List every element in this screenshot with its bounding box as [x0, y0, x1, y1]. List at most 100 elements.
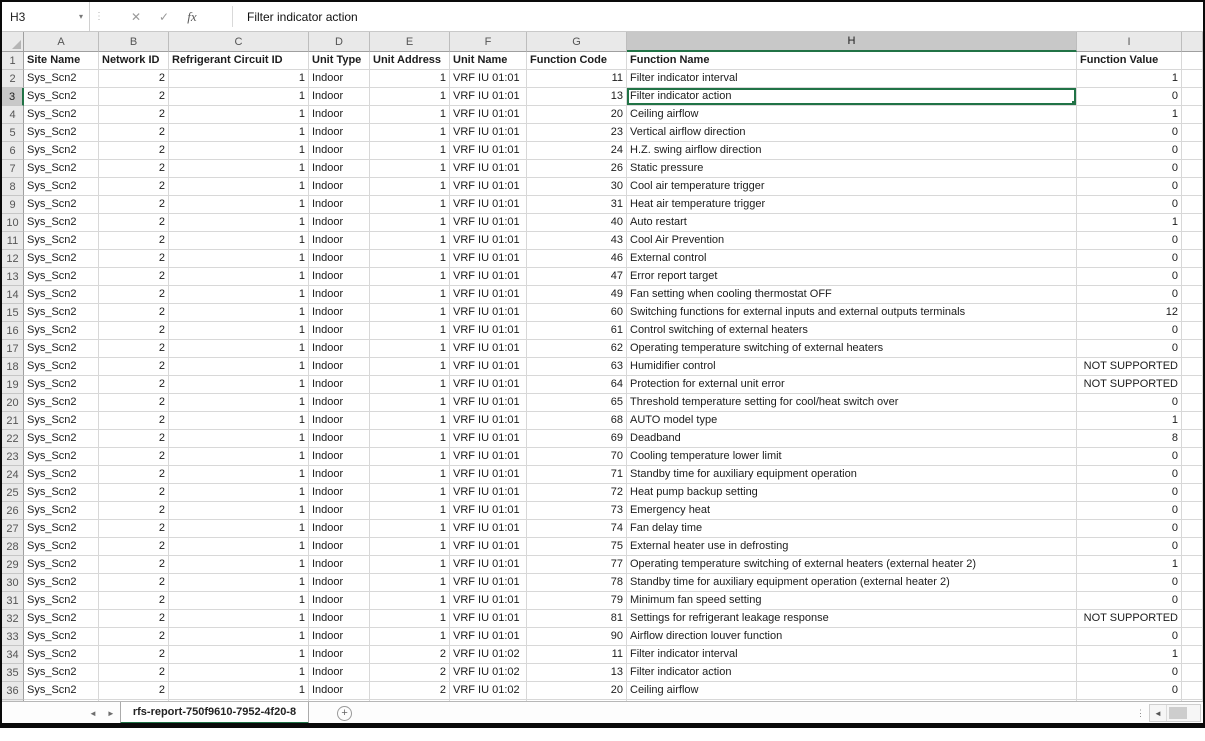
cell-D15[interactable]: Indoor [309, 304, 370, 322]
cell-I21[interactable]: 1 [1077, 412, 1182, 430]
cell-J17[interactable] [1182, 340, 1203, 358]
cell-J16[interactable] [1182, 322, 1203, 340]
cell-C20[interactable]: 1 [169, 394, 309, 412]
column-header-E[interactable]: E [370, 32, 450, 52]
cell-B9[interactable]: 2 [99, 196, 169, 214]
column-header-I[interactable]: I [1077, 32, 1182, 52]
row-header-30[interactable]: 30 [2, 574, 24, 592]
cell-C11[interactable]: 1 [169, 232, 309, 250]
cell-C30[interactable]: 1 [169, 574, 309, 592]
cell-J22[interactable] [1182, 430, 1203, 448]
row-header-5[interactable]: 5 [2, 124, 24, 142]
cell-E7[interactable]: 1 [370, 160, 450, 178]
cell-A27[interactable]: Sys_Scn2 [24, 520, 99, 538]
cell-H29[interactable]: Operating temperature switching of exter… [627, 556, 1077, 574]
cell-J28[interactable] [1182, 538, 1203, 556]
cell-C7[interactable]: 1 [169, 160, 309, 178]
cell-H30[interactable]: Standby time for auxiliary equipment ope… [627, 574, 1077, 592]
row-header-13[interactable]: 13 [2, 268, 24, 286]
cell-D26[interactable]: Indoor [309, 502, 370, 520]
row-header-8[interactable]: 8 [2, 178, 24, 196]
cell-D35[interactable]: Indoor [309, 664, 370, 682]
cell-C17[interactable]: 1 [169, 340, 309, 358]
cell-A10[interactable]: Sys_Scn2 [24, 214, 99, 232]
cell-J4[interactable] [1182, 106, 1203, 124]
cell-B34[interactable]: 2 [99, 646, 169, 664]
cell-B17[interactable]: 2 [99, 340, 169, 358]
cell-I30[interactable]: 0 [1077, 574, 1182, 592]
cell-C19[interactable]: 1 [169, 376, 309, 394]
row-header-3[interactable]: 3 [2, 88, 24, 106]
cell-J2[interactable] [1182, 70, 1203, 88]
cell-F30[interactable]: VRF IU 01:01 [450, 574, 527, 592]
cell-A1[interactable]: Site Name [24, 52, 99, 70]
cell-H18[interactable]: Humidifier control [627, 358, 1077, 376]
column-header-D[interactable]: D [309, 32, 370, 52]
row-header-20[interactable]: 20 [2, 394, 24, 412]
cell-D16[interactable]: Indoor [309, 322, 370, 340]
cell-H22[interactable]: Deadband [627, 430, 1077, 448]
cell-A7[interactable]: Sys_Scn2 [24, 160, 99, 178]
cell-C26[interactable]: 1 [169, 502, 309, 520]
cell-F22[interactable]: VRF IU 01:01 [450, 430, 527, 448]
cell-G29[interactable]: 77 [527, 556, 627, 574]
cell-J33[interactable] [1182, 628, 1203, 646]
cell-I19[interactable]: NOT SUPPORTED [1077, 376, 1182, 394]
cell-B25[interactable]: 2 [99, 484, 169, 502]
cell-D2[interactable]: Indoor [309, 70, 370, 88]
cell-F28[interactable]: VRF IU 01:01 [450, 538, 527, 556]
add-sheet-button[interactable]: + [337, 702, 352, 724]
cell-A32[interactable]: Sys_Scn2 [24, 610, 99, 628]
cell-C27[interactable]: 1 [169, 520, 309, 538]
cell-H35[interactable]: Filter indicator action [627, 664, 1077, 682]
row-header-9[interactable]: 9 [2, 196, 24, 214]
cell-I36[interactable]: 0 [1077, 682, 1182, 700]
cell-G5[interactable]: 23 [527, 124, 627, 142]
cell-A37[interactable]: Sys_Scn2 [24, 700, 99, 702]
cell-E15[interactable]: 1 [370, 304, 450, 322]
cell-F36[interactable]: VRF IU 01:02 [450, 682, 527, 700]
cell-J5[interactable] [1182, 124, 1203, 142]
cell-C23[interactable]: 1 [169, 448, 309, 466]
cell-E24[interactable]: 1 [370, 466, 450, 484]
cell-G36[interactable]: 20 [527, 682, 627, 700]
cell-J11[interactable] [1182, 232, 1203, 250]
cell-D4[interactable]: Indoor [309, 106, 370, 124]
cell-G7[interactable]: 26 [527, 160, 627, 178]
cell-C1[interactable]: Refrigerant Circuit ID [169, 52, 309, 70]
row-header-22[interactable]: 22 [2, 430, 24, 448]
cell-E18[interactable]: 1 [370, 358, 450, 376]
cell-J13[interactable] [1182, 268, 1203, 286]
cell-I4[interactable]: 1 [1077, 106, 1182, 124]
cell-I7[interactable]: 0 [1077, 160, 1182, 178]
cell-B31[interactable]: 2 [99, 592, 169, 610]
cell-H37[interactable]: Vertical airflow direction [627, 700, 1077, 702]
cell-C5[interactable]: 1 [169, 124, 309, 142]
cell-J21[interactable] [1182, 412, 1203, 430]
cell-C32[interactable]: 1 [169, 610, 309, 628]
row-header-33[interactable]: 33 [2, 628, 24, 646]
cell-F7[interactable]: VRF IU 01:01 [450, 160, 527, 178]
cell-B11[interactable]: 2 [99, 232, 169, 250]
cell-D10[interactable]: Indoor [309, 214, 370, 232]
cell-G1[interactable]: Function Code [527, 52, 627, 70]
cell-H15[interactable]: Switching functions for external inputs … [627, 304, 1077, 322]
cell-F23[interactable]: VRF IU 01:01 [450, 448, 527, 466]
cell-I13[interactable]: 0 [1077, 268, 1182, 286]
cell-I24[interactable]: 0 [1077, 466, 1182, 484]
cell-C16[interactable]: 1 [169, 322, 309, 340]
cell-I26[interactable]: 0 [1077, 502, 1182, 520]
cell-I27[interactable]: 0 [1077, 520, 1182, 538]
cell-B33[interactable]: 2 [99, 628, 169, 646]
scrollbar-splitter-icon[interactable]: ⋮ [1132, 702, 1149, 724]
cell-A31[interactable]: Sys_Scn2 [24, 592, 99, 610]
cell-I25[interactable]: 0 [1077, 484, 1182, 502]
cell-D22[interactable]: Indoor [309, 430, 370, 448]
column-header-G[interactable]: G [527, 32, 627, 52]
cell-C29[interactable]: 1 [169, 556, 309, 574]
cell-C33[interactable]: 1 [169, 628, 309, 646]
cell-I2[interactable]: 1 [1077, 70, 1182, 88]
row-header-24[interactable]: 24 [2, 466, 24, 484]
row-header-32[interactable]: 32 [2, 610, 24, 628]
cell-G17[interactable]: 62 [527, 340, 627, 358]
